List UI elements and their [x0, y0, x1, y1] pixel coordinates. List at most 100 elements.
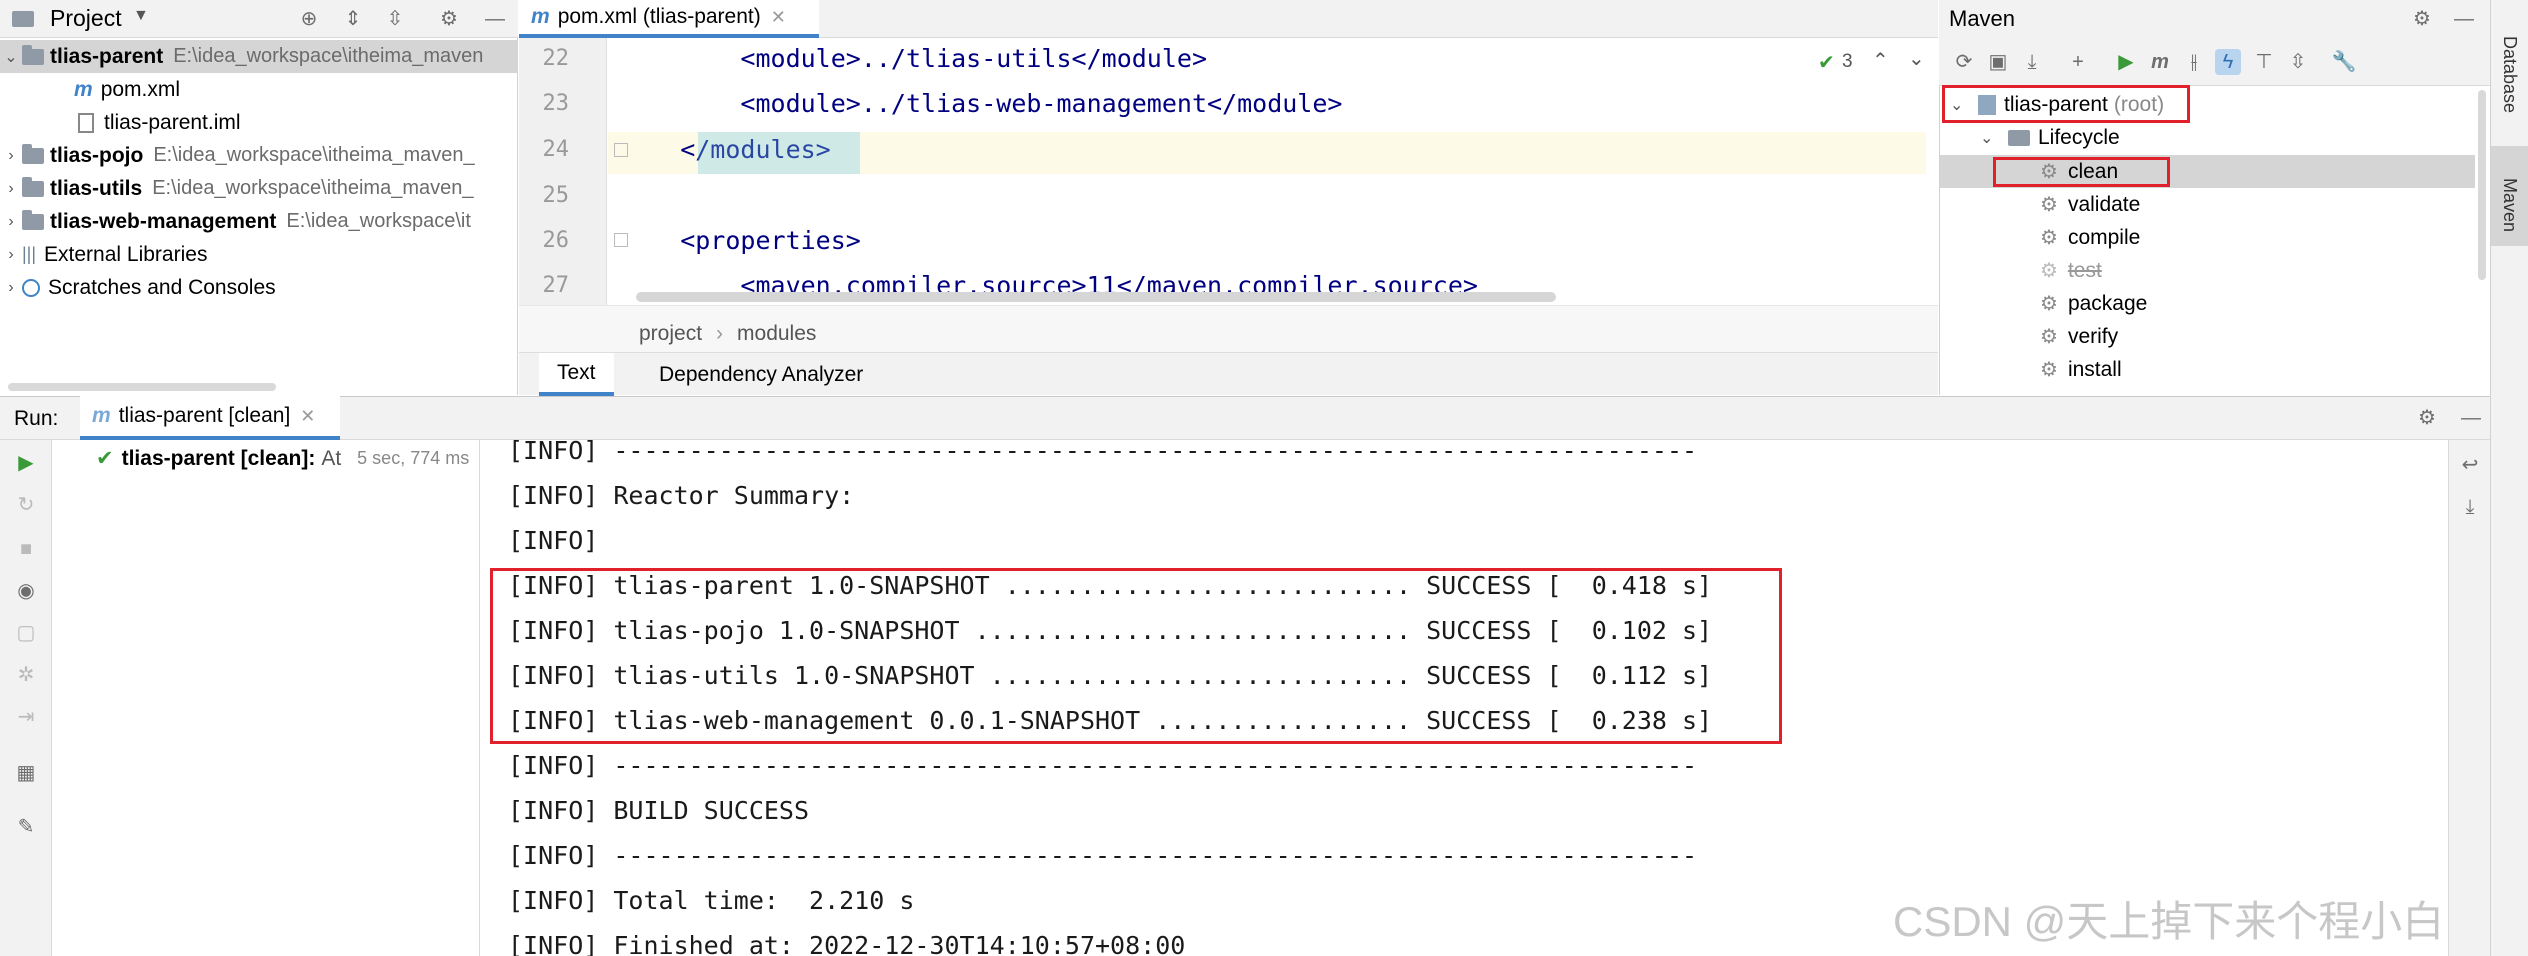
maven-phase-install[interactable]: ⚙ install: [2040, 353, 2122, 386]
tree-item-tlias-parent[interactable]: ⌄ tlias-parent E:\idea_workspace\itheima…: [0, 40, 518, 73]
run-tab[interactable]: m tlias-parent [clean] ✕: [80, 396, 340, 440]
database-tool-button[interactable]: Database: [2499, 36, 2520, 113]
editor-horizontal-scrollbar[interactable]: [636, 292, 1556, 302]
vertical-scrollbar[interactable]: [2478, 90, 2486, 280]
run-tree-item-suffix: At: [321, 446, 342, 470]
add-icon[interactable]: +: [2065, 49, 2091, 75]
debug-icon[interactable]: ✲: [13, 662, 39, 688]
editor-bottom-tabs: Text Dependency Analyzer: [519, 352, 1938, 396]
maven-phase-compile[interactable]: ⚙ compile: [2040, 221, 2140, 254]
inspection-check-icon[interactable]: ✔: [1818, 50, 1835, 75]
chevron-down-icon[interactable]: ⌄: [0, 47, 22, 67]
reload-icon[interactable]: ⟳: [1951, 49, 1977, 75]
chevron-down-icon[interactable]: ▼: [133, 7, 149, 25]
tree-item-label: tlias-web-management: [50, 209, 277, 233]
tree-item-label: pom.xml: [100, 77, 181, 101]
minimize-icon[interactable]: —: [482, 6, 508, 32]
tab-label: Text: [557, 360, 596, 384]
tree-item-scratches[interactable]: › Scratches and Consoles: [0, 271, 518, 304]
expand-all-icon[interactable]: ⇕: [340, 6, 366, 32]
run-left-toolbar: ▶ ↻ ■ ◉ ▢ ✲ ⇥ ▦ ✎: [0, 440, 52, 956]
pin-icon[interactable]: ✎: [13, 814, 39, 840]
console-line: [INFO] BUILD SUCCESS: [508, 796, 810, 825]
eye-icon[interactable]: ◉: [13, 578, 39, 604]
run-panel-header: Run: ⚙ —: [0, 396, 2490, 440]
tab-text[interactable]: Text: [539, 353, 614, 396]
maven-tool-button[interactable]: Maven: [2499, 178, 2520, 232]
run-tree-item-label: tlias-parent [clean]:: [121, 446, 316, 470]
chevron-right-icon[interactable]: ›: [0, 246, 22, 264]
run-tree-item[interactable]: ✔ tlias-parent [clean]: At 5 sec, 774 ms: [96, 446, 469, 471]
gear-icon[interactable]: ⚙: [2409, 6, 2435, 32]
tree-item-iml[interactable]: tlias-parent.iml: [0, 106, 518, 139]
maven-phase-package[interactable]: ⚙ package: [2040, 287, 2147, 320]
maven-phase-validate[interactable]: ⚙ validate: [2040, 188, 2140, 221]
phase-label: test: [2067, 258, 2102, 282]
minimize-icon[interactable]: —: [2451, 6, 2477, 32]
console-right-toolbar: ↩ ⤓: [2448, 440, 2490, 956]
maven-phase-verify[interactable]: ⚙ verify: [2040, 320, 2118, 353]
show-dependencies-icon[interactable]: ⊤: [2251, 49, 2277, 75]
execute-goal-icon[interactable]: m: [2147, 49, 2173, 75]
collapse-all-icon[interactable]: ⇳: [382, 6, 408, 32]
close-icon[interactable]: ✕: [300, 406, 315, 427]
scroll-to-end-icon[interactable]: ⤓: [2457, 494, 2483, 520]
horizontal-scrollbar[interactable]: [8, 383, 276, 391]
scratches-icon: [22, 278, 40, 297]
locate-icon[interactable]: ⊕: [296, 6, 322, 32]
chevron-right-icon[interactable]: ›: [0, 180, 22, 198]
editor-tab-pom[interactable]: m pom.xml (tlias-parent) ✕: [519, 0, 819, 38]
maven-lifecycle-item[interactable]: ⌄ Lifecycle: [1980, 121, 2120, 154]
gear-icon: ⚙: [2040, 194, 2058, 216]
line-number: 26: [542, 228, 570, 253]
soft-wrap-icon[interactable]: ↩: [2457, 452, 2483, 478]
chevron-right-icon[interactable]: ›: [0, 279, 22, 297]
chevron-up-icon[interactable]: ⌃: [1872, 48, 1889, 73]
fold-marker[interactable]: [614, 233, 628, 247]
tab-dependency-analyzer[interactable]: Dependency Analyzer: [641, 353, 881, 396]
inspection-count: 3: [1842, 51, 1853, 72]
gear-icon[interactable]: ⚙: [436, 6, 462, 32]
run-icon[interactable]: ▶: [2113, 49, 2139, 75]
console-line: [INFO]: [508, 526, 599, 555]
fold-marker[interactable]: [614, 143, 628, 157]
stop-icon[interactable]: ■: [13, 536, 39, 562]
library-icon: |||: [22, 244, 37, 264]
tree-item-tlias-utils[interactable]: › tlias-utils E:\idea_workspace\itheima_…: [0, 172, 518, 205]
breadcrumb-item[interactable]: project: [639, 322, 702, 346]
chevron-right-icon[interactable]: ›: [0, 213, 22, 231]
download-icon[interactable]: ⤓: [2019, 49, 2045, 75]
tag-match-highlight: [698, 132, 860, 174]
tree-item-tlias-web-management[interactable]: › tlias-web-management E:\idea_workspace…: [0, 205, 518, 238]
minimize-icon[interactable]: —: [2458, 405, 2484, 431]
chevron-down-icon[interactable]: ⌄: [1980, 128, 2002, 148]
console-line: [INFO] Total time: 2.210 s: [508, 886, 915, 915]
wrench-icon[interactable]: 🔧: [2331, 49, 2357, 75]
toggle-offline-icon[interactable]: ⫲: [2181, 49, 2207, 75]
code-line[interactable]: <module>../tlias-utils</module>: [620, 44, 1207, 73]
console-line: [INFO] ---------------------------------…: [508, 841, 1698, 870]
tree-item-pom-xml[interactable]: m pom.xml: [0, 73, 518, 106]
rerun-failed-icon[interactable]: ↻: [13, 492, 39, 518]
camera-icon[interactable]: ▢: [13, 620, 39, 646]
layout-icon[interactable]: ▦: [13, 760, 39, 786]
gear-icon: ⚙: [2040, 326, 2058, 348]
skip-tests-icon[interactable]: ϟ: [2215, 49, 2241, 75]
gear-icon[interactable]: ⚙: [2414, 405, 2440, 431]
maven-phase-test[interactable]: ⚙ test: [2040, 254, 2102, 287]
rerun-icon[interactable]: ▶: [13, 450, 39, 476]
tree-item-external-libraries[interactable]: › ||| External Libraries: [0, 238, 518, 271]
close-icon[interactable]: ✕: [771, 7, 786, 28]
chevron-down-icon[interactable]: ⌄: [1908, 46, 1925, 71]
maven-panel-header: Maven ⚙ —: [1939, 0, 2490, 38]
line-number: 23: [542, 91, 570, 116]
tree-item-tlias-pojo[interactable]: › tlias-pojo E:\idea_workspace\itheima_m…: [0, 139, 518, 172]
code-line[interactable]: <module>../tlias-web-management</module>: [620, 89, 1342, 118]
import-icon[interactable]: ⇥: [13, 704, 39, 730]
chevron-right-icon[interactable]: ›: [0, 147, 22, 165]
code-line[interactable]: <properties>: [620, 226, 861, 255]
project-title[interactable]: Project: [50, 5, 122, 32]
collapse-all-icon[interactable]: ⇳: [2285, 49, 2311, 75]
generate-sources-icon[interactable]: ▣: [1985, 49, 2011, 75]
breadcrumb-item[interactable]: modules: [737, 322, 816, 346]
